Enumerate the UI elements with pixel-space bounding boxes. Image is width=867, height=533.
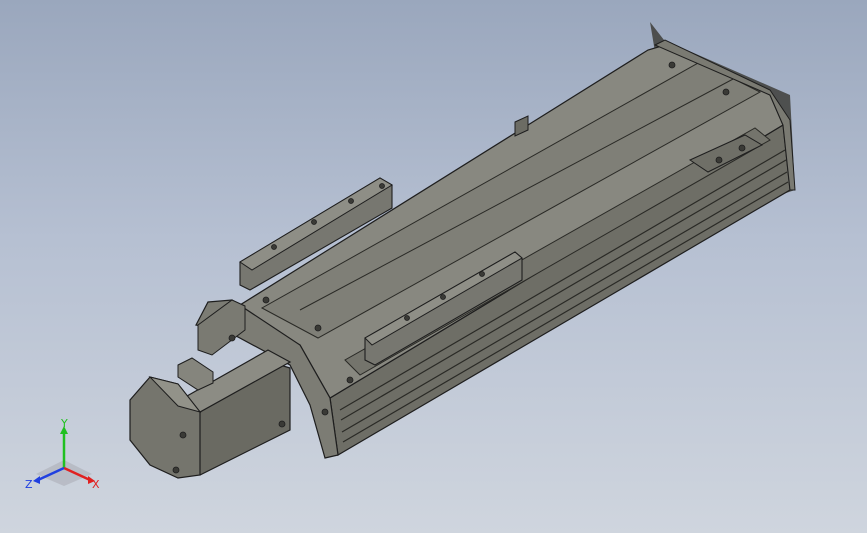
z-arrow-icon — [33, 476, 40, 484]
motor-knob — [177, 357, 214, 391]
z-axis-label: Z — [25, 478, 33, 491]
y-axis-label: Y — [60, 418, 68, 430]
axis-triad[interactable]: Y X Z — [22, 418, 106, 494]
graphics-viewport[interactable]: Y X Z — [0, 0, 867, 533]
x-axis-label: X — [92, 478, 100, 491]
actuator-model[interactable] — [0, 0, 867, 533]
